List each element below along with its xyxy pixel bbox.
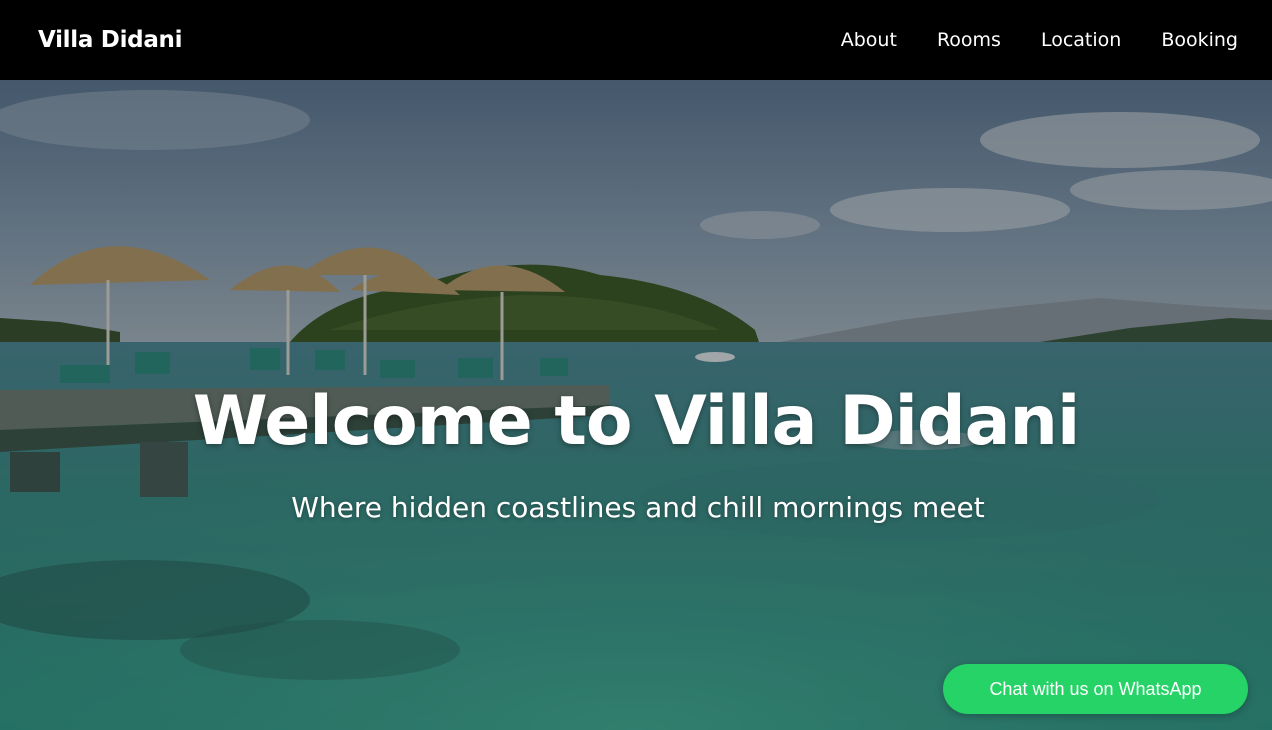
hero-section: Welcome to Villa Didani Where hidden coa… — [0, 80, 1272, 730]
nav-link-rooms[interactable]: Rooms — [937, 29, 1001, 51]
hero-subtitle: Where hidden coastlines and chill mornin… — [291, 491, 985, 524]
nav-link-about[interactable]: About — [841, 29, 897, 51]
whatsapp-chat-button[interactable]: Chat with us on WhatsApp — [943, 664, 1248, 714]
nav-link-booking[interactable]: Booking — [1161, 29, 1238, 51]
navbar: Villa Didani About Rooms Location Bookin… — [0, 0, 1272, 80]
hero-title: Welcome to Villa Didani — [192, 382, 1081, 461]
nav-link-location[interactable]: Location — [1041, 29, 1121, 51]
nav-menu: About Rooms Location Booking — [841, 29, 1238, 51]
site-logo[interactable]: Villa Didani — [38, 27, 183, 53]
